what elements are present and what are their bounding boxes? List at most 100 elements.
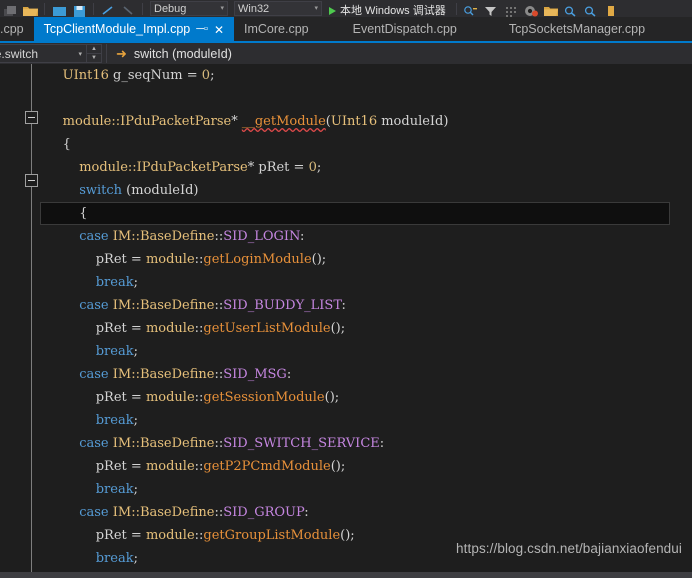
code-token: : bbox=[379, 436, 385, 451]
fold-toggle-function[interactable] bbox=[25, 111, 38, 124]
open-folder-icon[interactable] bbox=[20, 0, 40, 17]
configuration-combo[interactable]: Debug ▾ bbox=[150, 1, 228, 16]
code-token: getSessionModule bbox=[203, 390, 325, 405]
code-token: __getModule bbox=[241, 114, 326, 129]
code-line: case IM::BaseDefine::SID_MSG: bbox=[42, 363, 692, 386]
code-editor[interactable]: UInt16 g_seqNum = 0; module::IPduPacketP… bbox=[0, 64, 692, 572]
start-debug-button[interactable]: 本地 Windows 调试器 bbox=[325, 0, 446, 17]
spinner-up-icon[interactable]: ▲ bbox=[87, 45, 101, 54]
code-line: { bbox=[40, 202, 670, 225]
code-token: break bbox=[95, 482, 134, 497]
code-token: break bbox=[95, 275, 134, 290]
code-token: module bbox=[145, 321, 195, 336]
code-token: break bbox=[95, 344, 134, 359]
code-token: = bbox=[130, 390, 146, 405]
code-token: pRet bbox=[95, 390, 131, 405]
toolbar-right-group bbox=[461, 0, 621, 17]
code-token: 0 bbox=[308, 160, 317, 175]
code-token: : bbox=[299, 229, 305, 244]
code-token: ; bbox=[133, 275, 138, 290]
code-line: pRet = module::getSessionModule(); bbox=[42, 386, 692, 409]
code-line: case IM::BaseDefine::SID_SWITCH_SERVICE: bbox=[42, 432, 692, 455]
settings-icon[interactable] bbox=[521, 0, 541, 17]
code-token: SID_SWITCH_SERVICE bbox=[223, 436, 380, 451]
code-token: = bbox=[130, 321, 146, 336]
breakpoint-margin[interactable] bbox=[0, 64, 21, 572]
code-line: UInt16 g_seqNum = 0; bbox=[42, 64, 692, 87]
tab-label-2: ImCore.cpp bbox=[244, 22, 309, 36]
code-token: ; bbox=[133, 413, 138, 428]
tab-tcpclientmodule-impl[interactable]: TcpClientModule_Impl.cpp ─▫ ✕ bbox=[33, 17, 235, 42]
code-token: :: bbox=[214, 229, 224, 244]
code-token: ; bbox=[133, 344, 138, 359]
scope-dropdown[interactable]: odule.switch ▾ bbox=[0, 44, 87, 63]
pin-icon[interactable]: ─▫ bbox=[196, 24, 208, 35]
member-dropdown[interactable]: ➜ switch (moduleId) bbox=[107, 47, 232, 61]
tab-imcore[interactable]: ImCore.cpp bbox=[234, 17, 319, 42]
code-token: (); bbox=[330, 321, 346, 336]
horizontal-scrollbar[interactable] bbox=[0, 572, 692, 578]
scope-spinner[interactable]: ▲ ▼ bbox=[87, 44, 102, 63]
toolbar-divider bbox=[44, 3, 45, 15]
code-token: module::IPduPacketParse bbox=[62, 114, 232, 129]
column-icon[interactable] bbox=[601, 0, 621, 17]
code-token: pRet bbox=[95, 252, 131, 267]
code-token: :: bbox=[214, 436, 224, 451]
code-token: ) bbox=[443, 114, 449, 129]
code-token: pRet bbox=[258, 160, 294, 175]
close-icon[interactable]: ✕ bbox=[214, 24, 224, 36]
tab-label-4: TcpSocketsManager.cpp bbox=[508, 22, 646, 36]
redo-icon[interactable] bbox=[118, 0, 138, 17]
code-token: IM::BaseDefine bbox=[112, 436, 215, 451]
platform-combo[interactable]: Win32 ▾ bbox=[234, 1, 322, 16]
outlining-margin[interactable] bbox=[21, 64, 42, 572]
code-token: = bbox=[186, 68, 202, 83]
code-token: UInt16 bbox=[62, 68, 109, 83]
filter-icon[interactable] bbox=[481, 0, 501, 17]
code-line: switch (moduleId) bbox=[42, 179, 692, 202]
tab-label-3: EventDispatch.cpp bbox=[352, 22, 457, 36]
scope-value: odule.switch bbox=[0, 46, 39, 61]
code-token: g_seqNum bbox=[108, 68, 187, 83]
toolbar-divider-2 bbox=[93, 3, 94, 15]
watermark-text: https://blog.csdn.net/bajianxiaofendui bbox=[456, 541, 682, 556]
code-token: ; bbox=[210, 68, 215, 83]
search-ref-icon[interactable] bbox=[561, 0, 581, 17]
tab-partial-left[interactable]: .cpp bbox=[0, 17, 34, 42]
save-all-icon[interactable] bbox=[0, 0, 20, 17]
save-icon[interactable] bbox=[69, 0, 89, 17]
code-line: pRet = module::getUserListModule(); bbox=[42, 317, 692, 340]
code-token: ; bbox=[133, 551, 138, 566]
dots-icon[interactable] bbox=[501, 0, 521, 17]
folder-icon[interactable] bbox=[541, 0, 561, 17]
undo-icon[interactable] bbox=[98, 0, 118, 17]
tab-tcpsocketsmanager[interactable]: TcpSocketsManager.cpp bbox=[467, 17, 655, 42]
toolbar-divider-3 bbox=[142, 3, 143, 15]
code-token: ; bbox=[316, 160, 322, 175]
code-text-area[interactable]: UInt16 g_seqNum = 0; module::IPduPacketP… bbox=[40, 64, 692, 572]
code-token: (); bbox=[340, 528, 355, 543]
tab-eventdispatch[interactable]: EventDispatch.cpp bbox=[319, 17, 467, 42]
chevron-down-icon-2: ▾ bbox=[314, 5, 318, 12]
window-icon[interactable] bbox=[49, 0, 69, 17]
code-token: * bbox=[247, 160, 259, 175]
spinner-down-icon[interactable]: ▼ bbox=[87, 54, 101, 62]
find-icon[interactable] bbox=[461, 0, 481, 17]
code-token: : bbox=[304, 505, 309, 520]
code-token: 0 bbox=[201, 68, 211, 83]
code-line: case IM::BaseDefine::SID_LOGIN: bbox=[42, 225, 692, 248]
fold-toggle-switch[interactable] bbox=[25, 174, 38, 187]
magnifier-icon[interactable] bbox=[581, 0, 601, 17]
play-icon bbox=[329, 7, 336, 15]
code-token: : bbox=[286, 367, 292, 382]
